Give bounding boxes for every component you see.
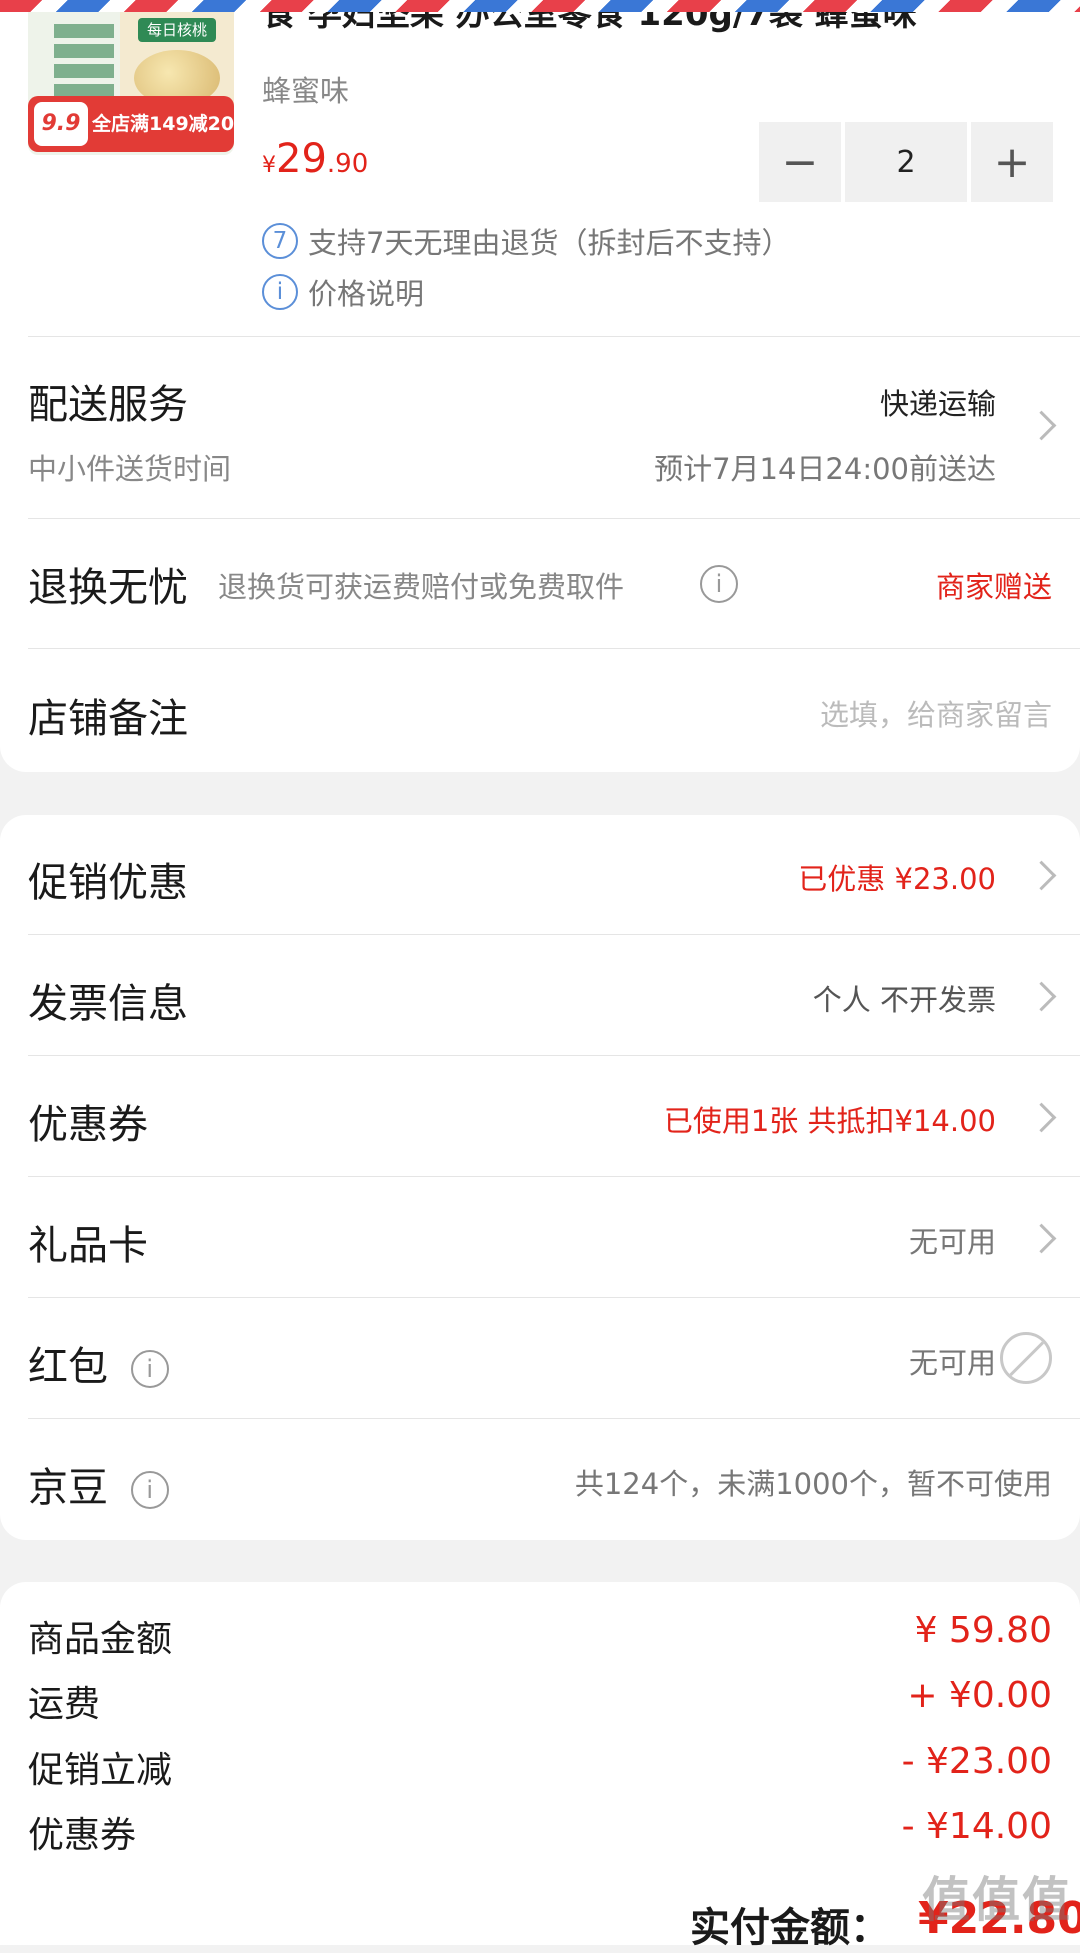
disabled-icon — [1000, 1332, 1052, 1384]
returns-value: 商家赠送 — [935, 570, 1052, 604]
delivery-sub-label: 中小件送货时间 — [28, 452, 232, 486]
info-icon: i — [262, 274, 298, 310]
info-icon[interactable]: i — [130, 1471, 169, 1509]
remark-input[interactable]: 选填，给商家留言 — [820, 692, 1052, 734]
remark-label: 店铺备注 — [28, 696, 188, 742]
invoice-label: 发票信息 — [28, 981, 188, 1027]
watermark-logo: 值值值 — [921, 1872, 1072, 1928]
return-policy: 7 支持7天无理由退货（拆封后不支持） — [262, 220, 790, 262]
price-currency: ¥ — [262, 153, 276, 178]
promo-badge: 9.9 全店满149减20 — [28, 96, 234, 152]
payment-options-card — [0, 815, 1080, 1540]
price-explanation-link[interactable]: i 价格说明 — [262, 271, 424, 313]
total-label: 实付金额： — [690, 1905, 890, 1951]
quantity-stepper: − 2 + — [759, 122, 1053, 202]
product-thumbnail[interactable]: 每日核桃 9.9 全店满149减20 — [28, 0, 234, 155]
returns-info-icon[interactable]: i — [700, 565, 738, 603]
summary-label-promo: 促销立减 — [28, 1750, 173, 1791]
increase-quantity-button[interactable]: + — [971, 122, 1053, 202]
promo-label: 促销优惠 — [28, 860, 188, 906]
price-explanation-text: 价格说明 — [308, 277, 425, 311]
returns-label: 退换无忧 — [28, 565, 188, 611]
return-policy-text: 支持7天无理由退货（拆封后不支持） — [308, 226, 791, 260]
divider — [28, 1055, 1080, 1056]
delivery-method: 快递运输 — [879, 387, 996, 421]
jingdou-value: 共124个，未满1000个，暂不可使用 — [574, 1467, 1052, 1501]
decrease-quantity-button[interactable]: − — [759, 122, 841, 202]
price-integer: 29 — [276, 136, 327, 182]
divider — [28, 336, 1080, 337]
invoice-value: 个人 不开发票 — [812, 983, 996, 1017]
summary-value-promo: - ¥23.00 — [901, 1741, 1052, 1782]
promo-value: 已优惠 ¥23.00 — [798, 862, 996, 896]
summary-label-goods: 商品金额 — [28, 1619, 173, 1660]
divider — [28, 648, 1080, 649]
coupon-label: 优惠券 — [28, 1102, 148, 1148]
divider — [28, 1418, 1080, 1419]
summary-value-shipping: + ¥0.00 — [907, 1675, 1052, 1716]
summary-value-goods: ¥ 59.80 — [914, 1610, 1052, 1651]
product-variant: 蜂蜜味 — [262, 74, 350, 108]
product-box-label: 每日核桃 — [138, 18, 216, 42]
chevron-right-icon — [1026, 410, 1057, 441]
price-decimal: .90 — [326, 149, 369, 179]
returns-desc: 退换货可获运费赔付或免费取件 — [218, 570, 625, 604]
red-packet-label: 红包 i — [28, 1334, 169, 1392]
jingdou-label: 京豆 i — [28, 1455, 169, 1513]
divider — [28, 1297, 1080, 1298]
promo-badge-price: 9.9 — [34, 102, 88, 146]
divider — [28, 934, 1080, 935]
order-item-card: 每日核桃 9.9 全店满149减20 食 孕妇坚果 办公室零食 120g/7袋 … — [0, 0, 1080, 772]
jingdou-label-text: 京豆 — [28, 1465, 108, 1511]
summary-label-coupon: 优惠券 — [28, 1815, 137, 1856]
promo-badge-text: 全店满149减20 — [92, 113, 234, 135]
info-icon[interactable]: i — [130, 1350, 169, 1388]
gift-card-label: 礼品卡 — [28, 1223, 148, 1269]
product-price: ¥29.90 — [262, 136, 368, 182]
airmail-border — [0, 0, 1080, 12]
product-packs-image — [54, 18, 114, 98]
divider — [28, 518, 1080, 519]
coupon-value: 已使用1张 共抵扣¥14.00 — [663, 1104, 996, 1138]
summary-value-coupon: - ¥14.00 — [901, 1806, 1052, 1847]
red-packet-value: 无可用 — [908, 1346, 996, 1380]
red-packet-label-text: 红包 — [28, 1344, 108, 1390]
delivery-eta: 预计7月14日24:00前送达 — [654, 452, 996, 486]
gift-card-value: 无可用 — [908, 1225, 996, 1259]
delivery-label: 配送服务 — [28, 382, 188, 428]
divider — [28, 1176, 1080, 1177]
seven-day-return-icon: 7 — [262, 223, 298, 259]
quantity-input[interactable]: 2 — [845, 122, 967, 202]
summary-label-shipping: 运费 — [28, 1684, 101, 1725]
